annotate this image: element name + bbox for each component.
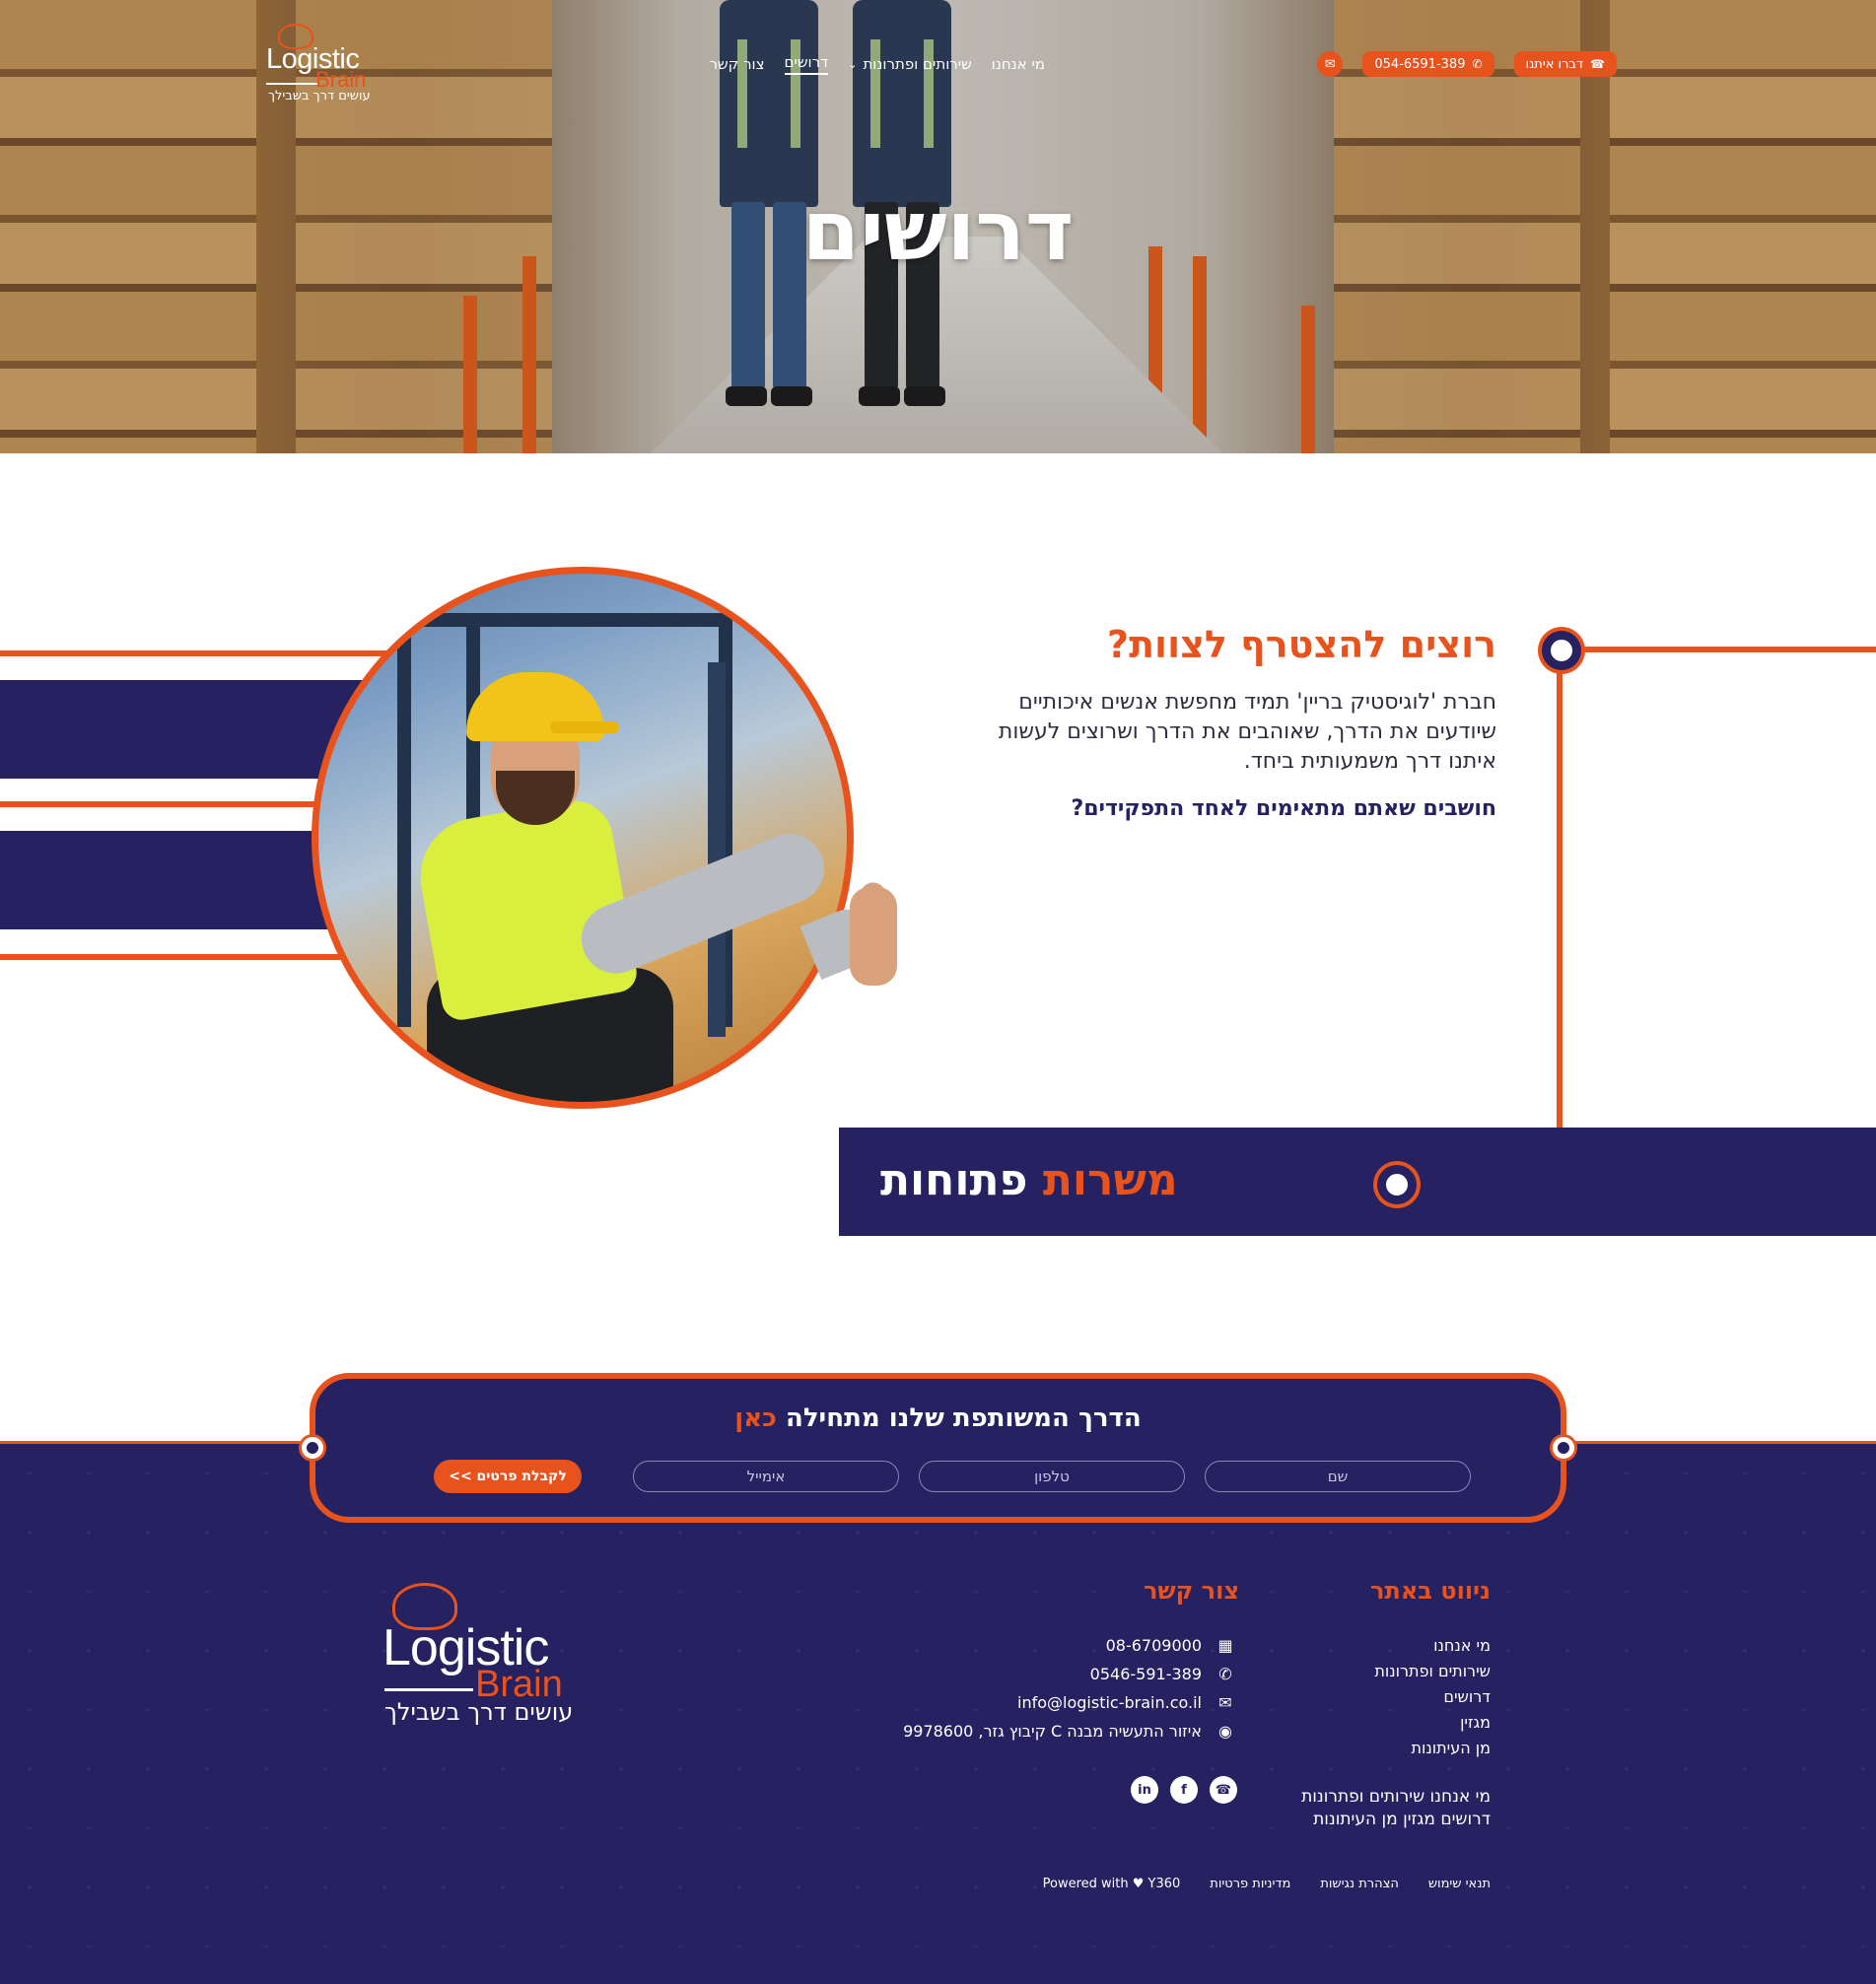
privacy-link[interactable]: מדיניות פרטיות: [1210, 1877, 1290, 1891]
contact-office-text: 08-6709000: [1105, 1636, 1202, 1655]
form-title: הדרך המשותפת שלנו מתחילה כאן: [310, 1403, 1566, 1433]
footer-nav-item-about[interactable]: מי אנחנו: [1374, 1636, 1491, 1655]
footer-nav-item-magazine[interactable]: מגזין: [1374, 1713, 1491, 1732]
accessibility-link[interactable]: הצהרת נגישות: [1320, 1877, 1398, 1891]
site-logo[interactable]: Logistic Brain עושים דרך בשבילך: [264, 24, 373, 106]
submit-button[interactable]: לקבלת פרטים >>: [434, 1460, 582, 1493]
nav-item-jobs[interactable]: דרושים: [784, 53, 829, 75]
nav-item-label: מי אנחנו: [991, 55, 1045, 73]
open-jobs-title-part1: משרות: [1042, 1155, 1178, 1205]
phone-button-label: 054-6591-389: [1374, 56, 1466, 72]
phone-icon: ✆: [1218, 1665, 1232, 1683]
phone-field[interactable]: [919, 1461, 1185, 1492]
nav-item-about[interactable]: מי אנחנו: [992, 55, 1045, 73]
whatsapp-icon[interactable]: ☎: [1210, 1776, 1237, 1804]
footer-nav-inline[interactable]: מי אנחנו שירותים ופתרונות דרושים מגזין מ…: [1254, 1786, 1491, 1831]
logo-tagline: עושים דרך בשבילך: [268, 89, 371, 103]
contact-mobile-text: 0546-591-389: [1089, 1665, 1202, 1683]
contact-address[interactable]: ◉ איזור התעשיה מבנה C קיבוץ גזר, 9978600: [903, 1722, 1235, 1741]
nav-item-label: צור קשר: [709, 55, 765, 73]
footer-nav-item-press[interactable]: מן העיתונות: [1374, 1739, 1491, 1757]
powered-by-link[interactable]: Powered with ♥ Y360: [1043, 1877, 1181, 1891]
connector-node: [1377, 1165, 1417, 1204]
header-actions: ☎ דברו איתנו ✆ 054-6591-389 ✉: [1317, 51, 1617, 77]
connector-line: [1557, 665, 1563, 1188]
email-field[interactable]: [633, 1461, 899, 1492]
main-nav: מי אנחנו שירותים ופתרונות ⌄ דרושים צור קש…: [710, 53, 1045, 75]
worker-photo: [312, 567, 854, 1109]
form-node-right: [1553, 1437, 1574, 1459]
form-title-text: הדרך המשותפת שלנו מתחילה: [785, 1403, 1142, 1433]
join-question: חושבים שאתם מתאימים לאחד התפקידים?: [1071, 796, 1496, 821]
phone-button[interactable]: ✆ 054-6591-389: [1362, 51, 1494, 77]
footer-bottom-links: תנאי שימוש הצהרת נגישות מדיניות פרטיות P…: [1043, 1877, 1491, 1891]
chevron-down-icon: ⌄: [848, 57, 858, 71]
open-jobs-title-part2: פתוחות: [880, 1155, 1028, 1205]
logo-divider: [266, 83, 317, 85]
decor-stripe: [0, 801, 325, 807]
join-text: חברת 'לוגיסטיק בריין' תמיד מחפשת אנשים א…: [998, 690, 1496, 774]
contact-email-text: info@logistic-brain.co.il: [1017, 1693, 1202, 1712]
form-node-left: [302, 1437, 323, 1459]
join-title: רוצים להצטרף לצוות?: [1107, 623, 1496, 666]
decor-navy-band: [0, 680, 375, 779]
logo-divider: [384, 1688, 473, 1691]
connector-line: [1579, 647, 1876, 652]
mail-button[interactable]: ✉: [1317, 51, 1344, 77]
nav-item-label: דרושים: [784, 53, 829, 71]
logo-tagline: עושים דרך בשבילך: [384, 1698, 574, 1726]
open-jobs-title: משרות פתוחות: [880, 1155, 1178, 1205]
footer-logo[interactable]: Logistic Brain עושים דרך בשבילך: [382, 1577, 580, 1735]
facebook-icon[interactable]: f: [1170, 1776, 1198, 1804]
contact-mobile[interactable]: ✆ 0546-591-389: [903, 1665, 1235, 1683]
footer-nav-item-jobs[interactable]: דרושים: [1374, 1687, 1491, 1706]
footer-nav-list: מי אנחנו שירותים ופתרונות דרושים מגזין מ…: [1374, 1636, 1491, 1757]
whatsapp-button[interactable]: ☎ דברו איתנו: [1513, 51, 1617, 77]
mail-icon: ✉: [1218, 1693, 1232, 1712]
social-links: ☎ f in: [1131, 1776, 1237, 1804]
whatsapp-button-label: דברו איתנו: [1525, 56, 1584, 72]
page-title: דרושים: [801, 182, 1075, 279]
phone-icon: ✆: [1472, 57, 1483, 71]
terms-link[interactable]: תנאי שימוש: [1428, 1877, 1491, 1891]
footer-contact-list: ▦ 08-6709000 ✆ 0546-591-389 ✉ info@logis…: [903, 1636, 1235, 1741]
footer-nav-item-services[interactable]: שירותים ופתרונות: [1374, 1662, 1491, 1680]
mail-icon: ✉: [1324, 56, 1336, 72]
building-icon: ▦: [1217, 1636, 1233, 1655]
whatsapp-icon: ☎: [1590, 57, 1605, 71]
nav-item-services[interactable]: שירותים ופתרונות ⌄: [848, 55, 972, 73]
nav-item-contact[interactable]: צור קשר: [710, 55, 765, 73]
footer-contact-heading: צור קשר: [1143, 1577, 1239, 1605]
decor-stripe: [0, 650, 394, 656]
connector-node: [1542, 631, 1581, 670]
name-field[interactable]: [1205, 1461, 1471, 1492]
location-pin-icon: ◉: [1218, 1722, 1232, 1741]
contact-email[interactable]: ✉ info@logistic-brain.co.il: [903, 1693, 1235, 1712]
lead-form: [310, 1373, 1566, 1523]
nav-item-label: שירותים ופתרונות: [863, 55, 972, 73]
decor-stripe: [0, 954, 355, 960]
contact-address-text: איזור התעשיה מבנה C קיבוץ גזר, 9978600: [903, 1722, 1202, 1741]
decor-navy-band: [0, 831, 335, 929]
form-title-highlight: כאן: [734, 1403, 777, 1433]
footer-nav-heading: ניווט באתר: [1369, 1577, 1491, 1605]
contact-office[interactable]: ▦ 08-6709000: [903, 1636, 1235, 1655]
linkedin-icon[interactable]: in: [1131, 1776, 1158, 1804]
